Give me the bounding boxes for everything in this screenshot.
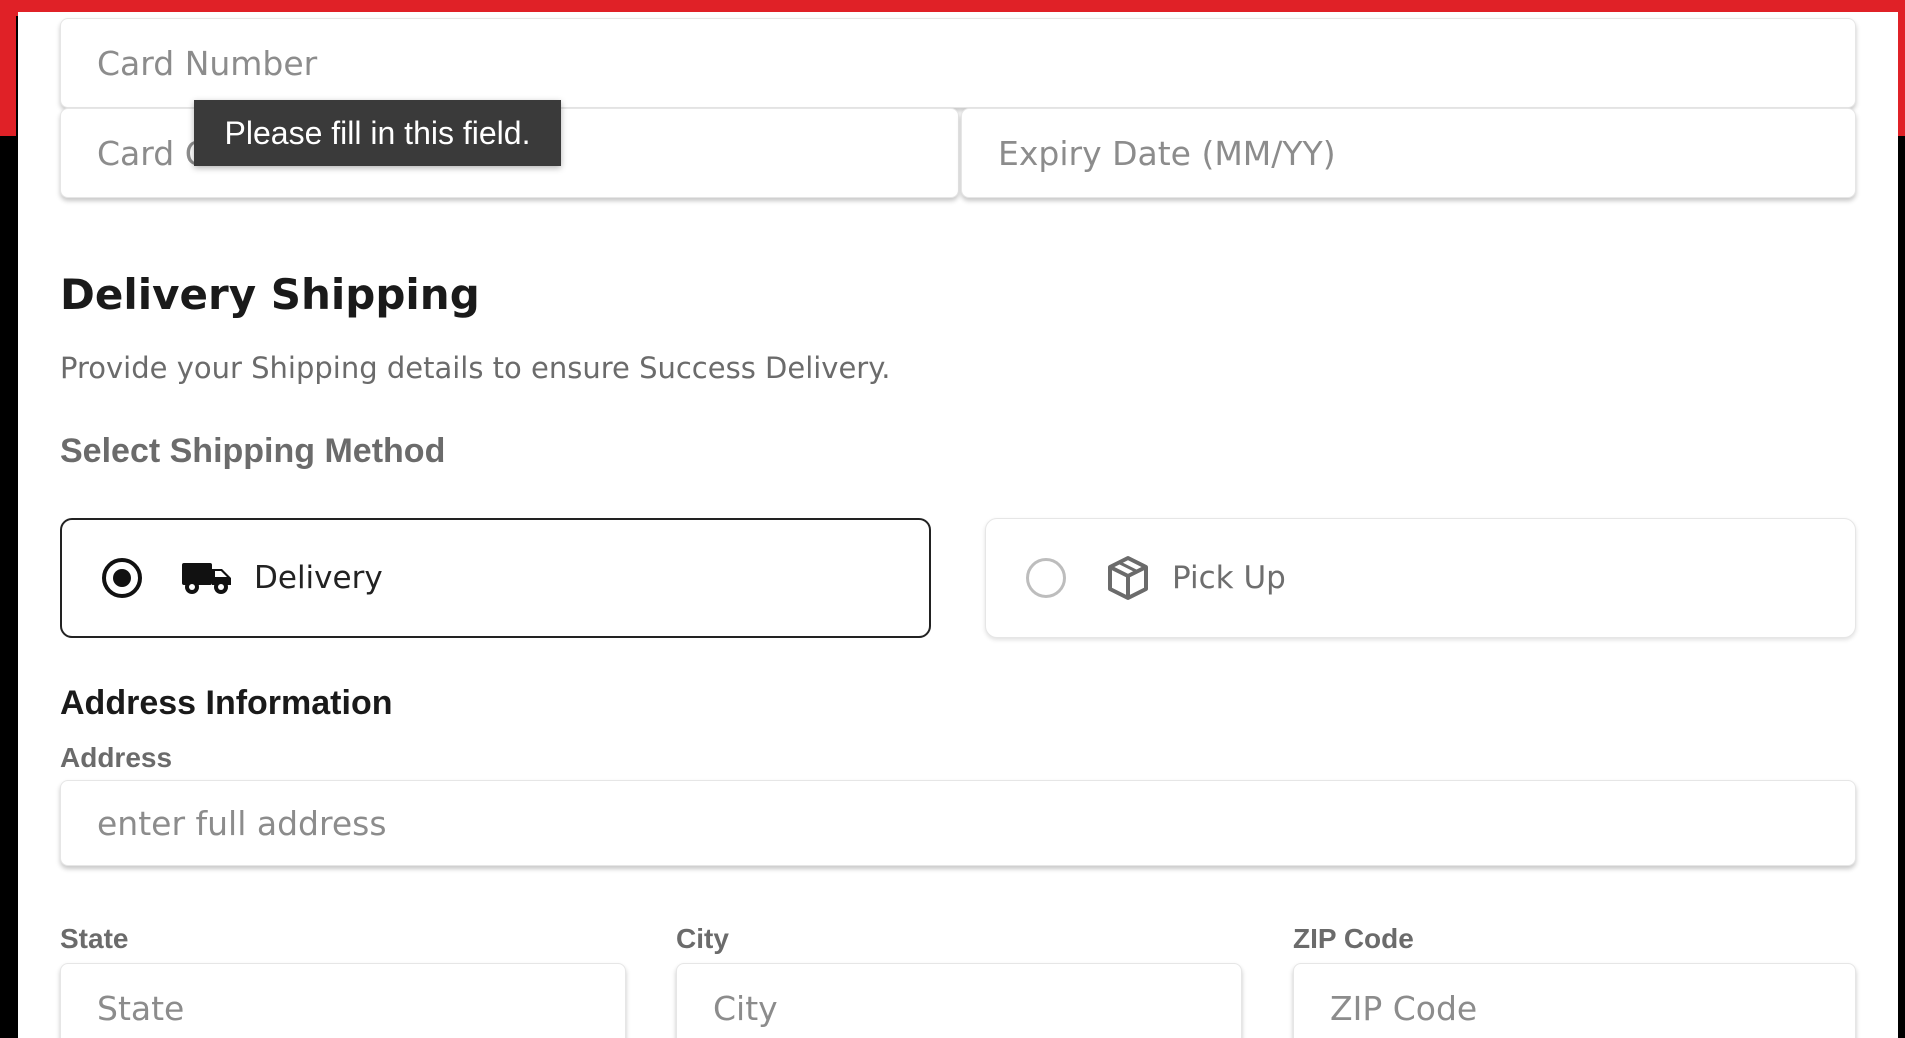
zip-field[interactable] — [1293, 963, 1856, 1038]
shipping-option-delivery[interactable]: Delivery — [60, 518, 931, 638]
truck-icon — [182, 561, 232, 595]
zip-label: ZIP Code — [1293, 923, 1414, 954]
expiry-date-field[interactable] — [961, 108, 1856, 198]
address-field[interactable] — [60, 780, 1856, 866]
checkout-form-panel: Please fill in this field. Delivery Ship… — [18, 12, 1898, 1038]
city-label: City — [676, 923, 729, 954]
radio-unselected-icon[interactable] — [1026, 558, 1066, 598]
shipping-option-pickup[interactable]: Pick Up — [985, 518, 1856, 638]
section-title: Delivery Shipping — [60, 270, 480, 319]
box-icon — [1106, 555, 1150, 601]
shipping-option-label: Pick Up — [1172, 560, 1286, 596]
state-field[interactable] — [60, 963, 626, 1038]
state-input[interactable] — [97, 964, 625, 1038]
shipping-option-label: Delivery — [254, 560, 383, 596]
card-number-input[interactable] — [97, 19, 1855, 107]
city-field[interactable] — [676, 963, 1242, 1038]
radio-selected-icon[interactable] — [102, 558, 142, 598]
state-label: State — [60, 923, 129, 954]
card-number-field[interactable] — [60, 18, 1856, 108]
frame-accent-left — [0, 0, 16, 136]
section-subtitle: Provide your Shipping details to ensure … — [60, 351, 891, 385]
address-input[interactable] — [97, 781, 1855, 865]
validation-tooltip: Please fill in this field. — [194, 100, 561, 166]
address-section-heading: Address Information — [60, 684, 393, 722]
city-input[interactable] — [713, 964, 1241, 1038]
expiry-date-input[interactable] — [998, 109, 1855, 197]
address-label: Address — [60, 742, 173, 773]
zip-input[interactable] — [1330, 964, 1855, 1038]
shipping-method-label: Select Shipping Method — [60, 432, 446, 470]
